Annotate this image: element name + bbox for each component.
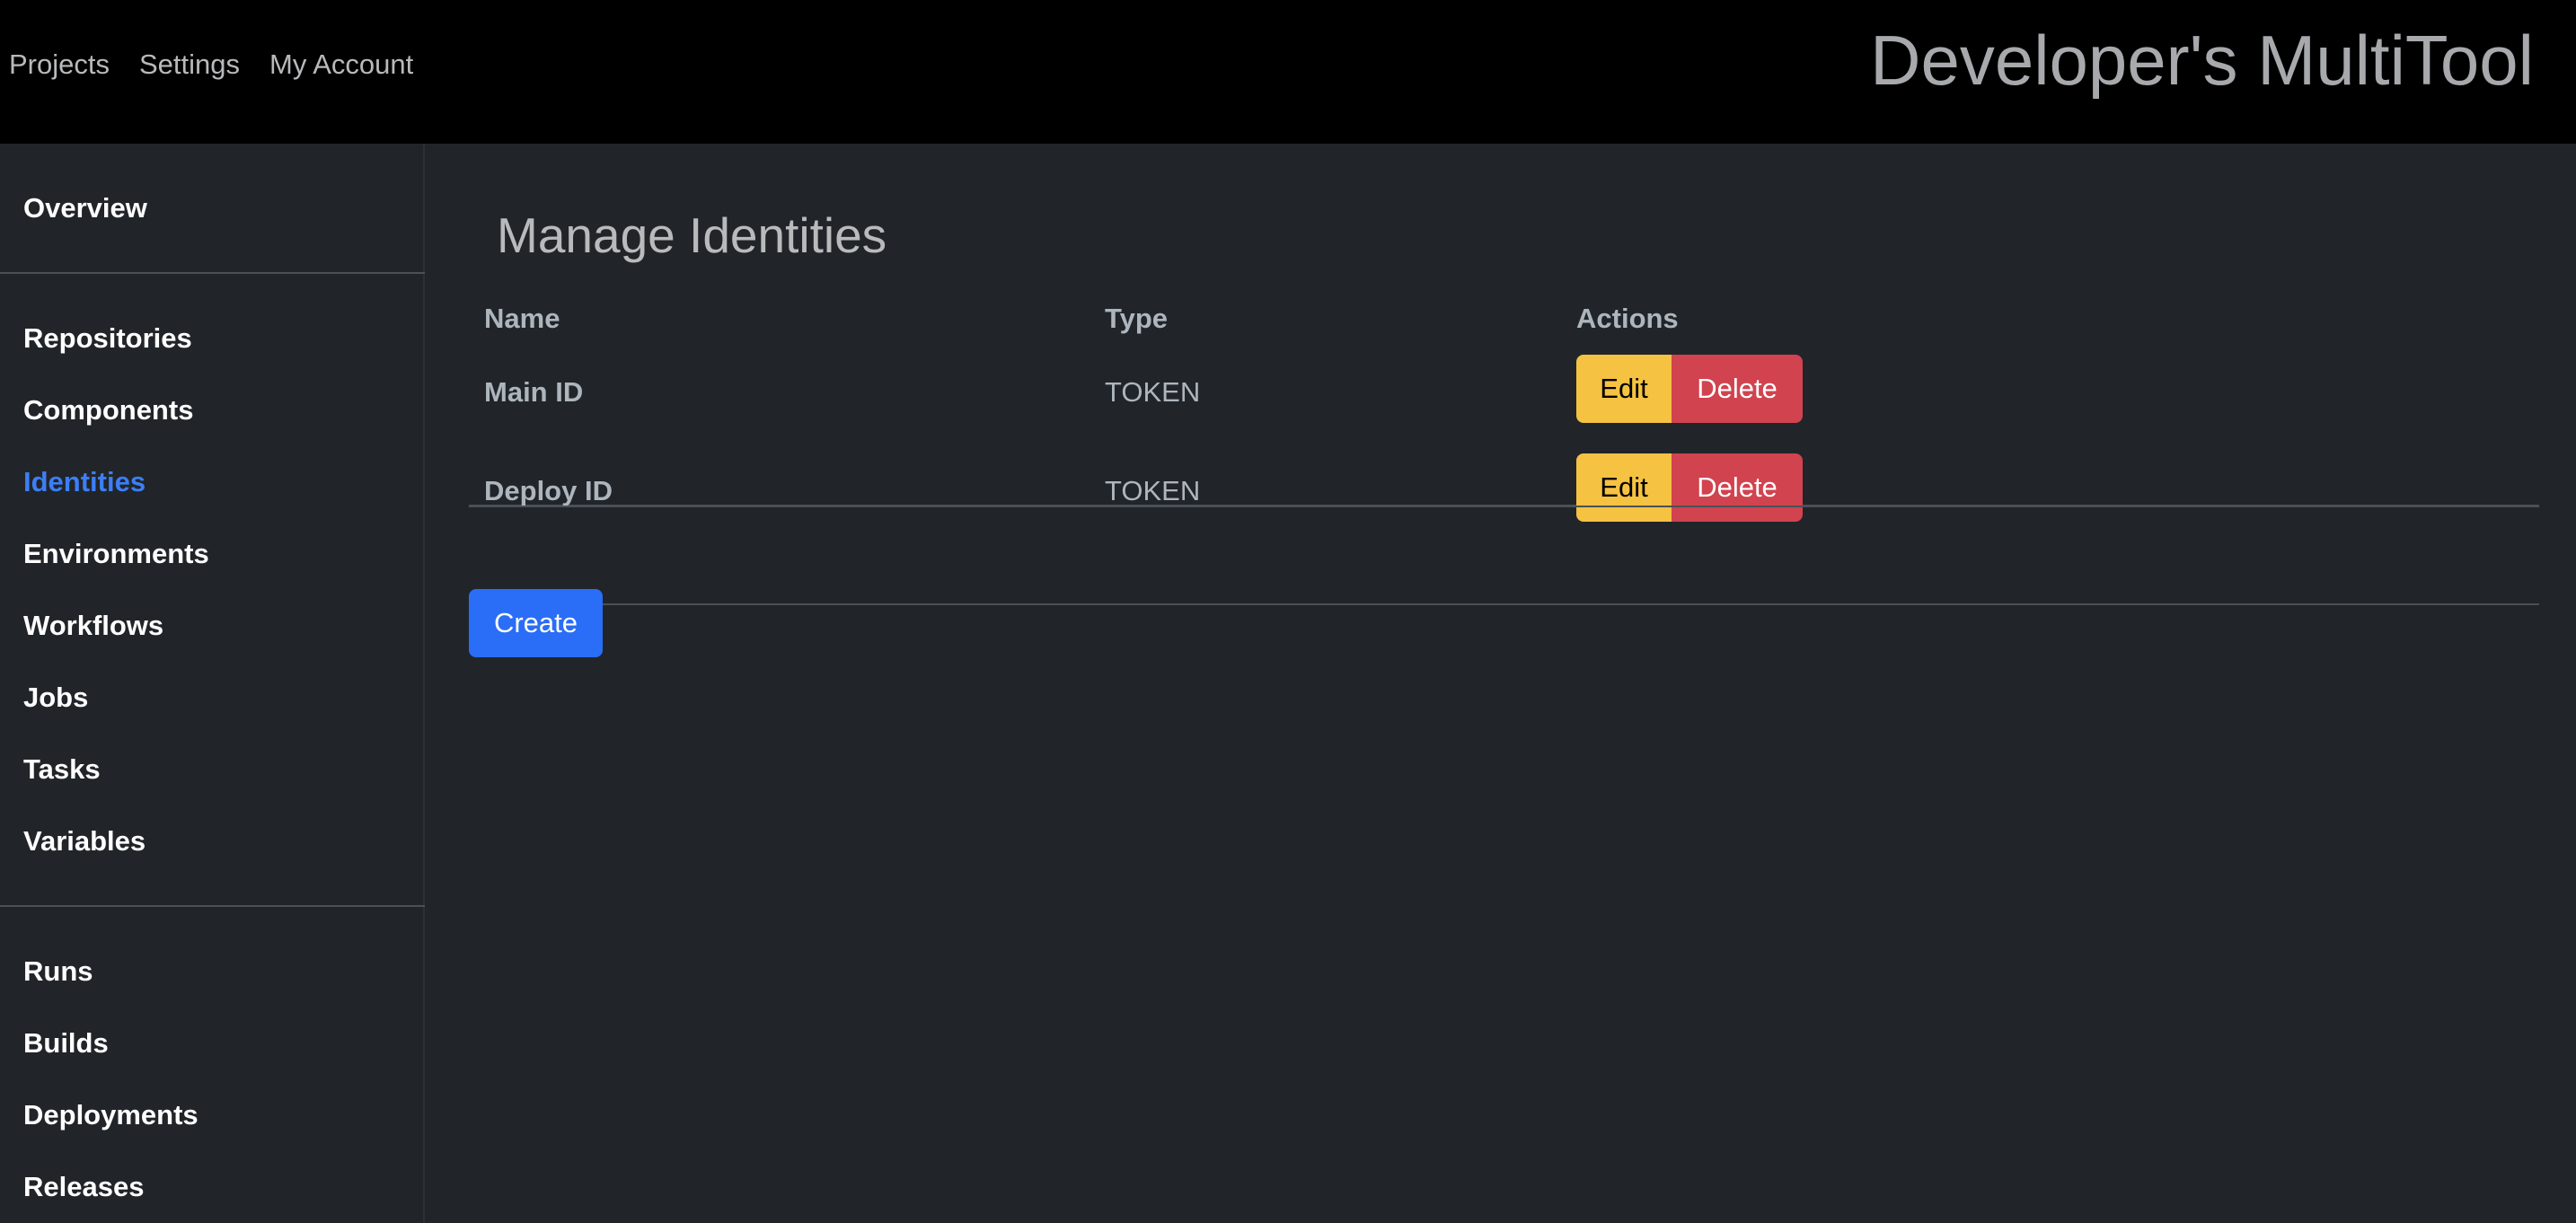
sidebar-item-builds[interactable]: Builds — [23, 1025, 109, 1061]
page-title: Manage Identities — [497, 207, 887, 263]
nav-my-account-link[interactable]: My Account — [269, 48, 413, 81]
sidebar-item-jobs[interactable]: Jobs — [23, 680, 88, 716]
sidebar-item-repositories[interactable]: Repositories — [23, 321, 192, 356]
create-identity-button[interactable]: Create — [469, 589, 603, 657]
nav-settings-link[interactable]: Settings — [139, 48, 240, 81]
row-actions: Edit Delete — [1576, 355, 1803, 423]
sidebar-item-components[interactable]: Components — [23, 392, 193, 428]
identity-name: Main ID — [484, 376, 584, 408]
sidebar-item-deployments[interactable]: Deployments — [23, 1097, 198, 1133]
sidebar: Overview Repositories Components Identit… — [0, 144, 425, 1223]
nav-projects-link[interactable]: Projects — [9, 48, 110, 81]
table-bottom-border — [469, 506, 2539, 507]
delete-button[interactable]: Delete — [1672, 453, 1803, 522]
sidebar-item-variables[interactable]: Variables — [23, 823, 146, 859]
column-header-type: Type — [1105, 303, 1169, 334]
sidebar-item-tasks[interactable]: Tasks — [23, 752, 101, 787]
row-actions: Edit Delete — [1576, 453, 1803, 522]
identity-name: Deploy ID — [484, 475, 613, 506]
sidebar-item-workflows[interactable]: Workflows — [23, 608, 163, 644]
sidebar-item-overview[interactable]: Overview — [23, 190, 147, 226]
edit-button[interactable]: Edit — [1576, 355, 1672, 423]
sidebar-item-releases[interactable]: Releases — [23, 1169, 144, 1205]
delete-button[interactable]: Delete — [1672, 355, 1803, 423]
edit-button[interactable]: Edit — [1576, 453, 1672, 522]
app-brand-title: Developer's MultiTool — [1870, 21, 2534, 100]
sidebar-item-runs[interactable]: Runs — [23, 954, 93, 990]
sidebar-divider — [0, 905, 425, 907]
main-content: Manage Identities Name Type Actions Main… — [425, 144, 2576, 1223]
table-row-divider — [469, 603, 2539, 605]
sidebar-item-identities[interactable]: Identities — [23, 464, 146, 500]
identity-type: TOKEN — [1105, 376, 1201, 408]
column-header-name: Name — [484, 303, 560, 334]
identity-type: TOKEN — [1105, 475, 1201, 506]
column-header-actions: Actions — [1576, 303, 1679, 334]
sidebar-divider — [0, 272, 425, 274]
top-nav: Projects Settings My Account — [9, 48, 413, 81]
top-navbar: Projects Settings My Account Developer's… — [0, 0, 2576, 144]
sidebar-item-environments[interactable]: Environments — [23, 536, 209, 572]
